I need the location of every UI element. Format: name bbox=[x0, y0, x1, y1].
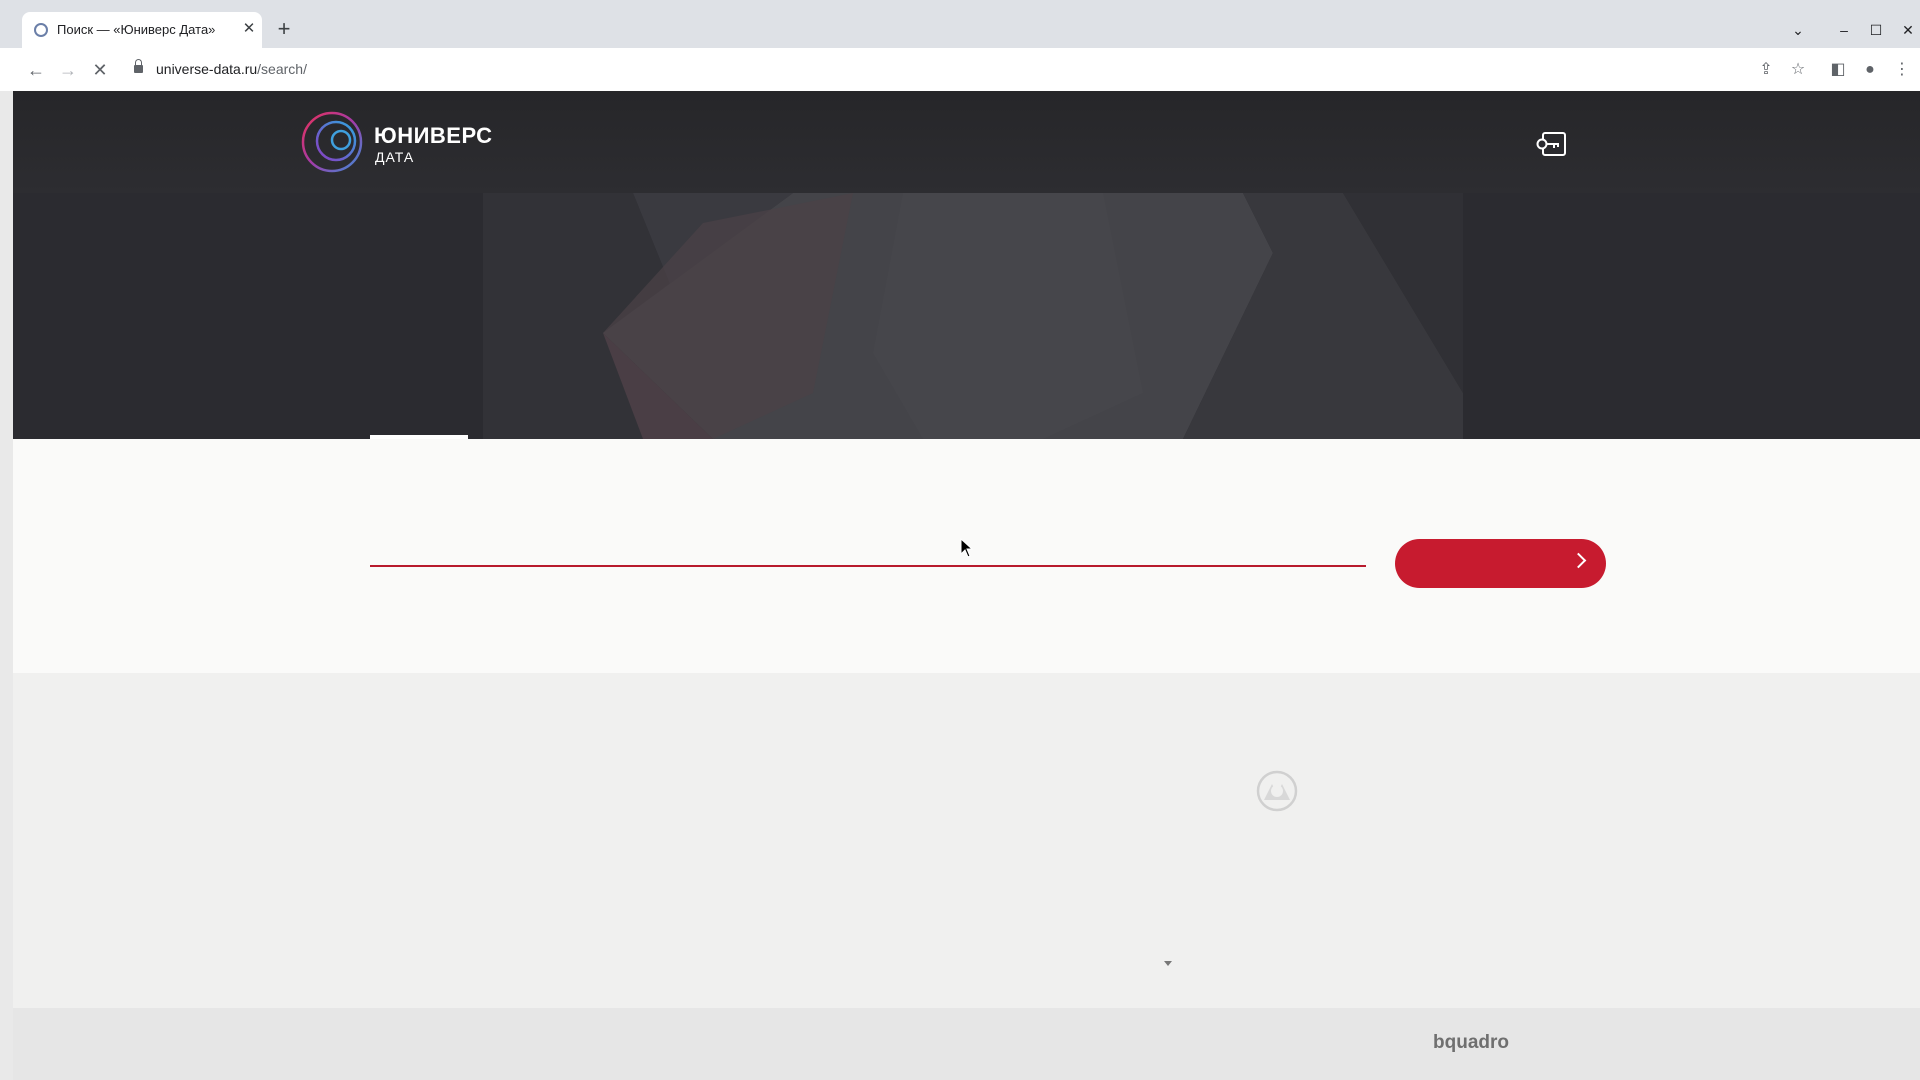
url-text[interactable]: universe-data.ru/search/ bbox=[156, 61, 307, 77]
maximize-icon[interactable]: ☐ bbox=[1864, 18, 1888, 42]
loading-spinner-icon bbox=[1256, 770, 1298, 812]
tab-title: Поиск — «Юниверс Дата» bbox=[57, 22, 216, 37]
menu-icon[interactable]: ⋮ bbox=[1890, 58, 1914, 82]
browser-toolbar: ← → ✕ universe-data.ru/search/ ⇪ ☆ ◧ ● ⋮ bbox=[0, 48, 1920, 91]
minimize-icon[interactable]: – bbox=[1832, 18, 1856, 42]
side-panel-icon[interactable]: ◧ bbox=[1826, 58, 1850, 82]
url-domain: universe-data.ru bbox=[156, 61, 258, 77]
share-icon[interactable]: ⇪ bbox=[1754, 58, 1778, 82]
close-tab-icon[interactable]: ✕ bbox=[240, 20, 258, 38]
profile-icon[interactable]: ● bbox=[1858, 58, 1882, 82]
footer-developer-link[interactable]: bquadro bbox=[1433, 1032, 1509, 1054]
url-path: /search/ bbox=[257, 61, 307, 77]
chevron-right-icon bbox=[1570, 552, 1587, 569]
page-left-edge bbox=[0, 91, 13, 1080]
tab-strip: Поиск — «Юниверс Дата» ✕ + ⌄ – ☐ ✕ bbox=[0, 10, 1920, 48]
site-header: ЮНИВЕРС ДАТА bbox=[13, 91, 1920, 439]
forward-icon[interactable]: → bbox=[56, 58, 80, 82]
new-tab-icon[interactable]: + bbox=[272, 18, 296, 42]
browser-tab[interactable]: Поиск — «Юниверс Дата» ✕ bbox=[22, 12, 262, 48]
address-bar[interactable]: universe-data.ru/search/ bbox=[124, 54, 1764, 86]
hero-background-art bbox=[483, 193, 1463, 439]
favicon-icon bbox=[34, 23, 48, 37]
search-button[interactable] bbox=[1395, 539, 1606, 588]
search-input[interactable] bbox=[370, 529, 1366, 567]
logo-title: ЮНИВЕРС bbox=[374, 123, 493, 148]
stop-loading-icon[interactable]: ✕ bbox=[88, 58, 112, 82]
logo-subtitle: ДАТА bbox=[375, 149, 415, 165]
scroll-down-arrow-icon[interactable] bbox=[1164, 961, 1172, 966]
back-icon[interactable]: ← bbox=[24, 58, 48, 82]
results-area bbox=[13, 673, 1920, 1008]
site-footer: bquadro bbox=[13, 1008, 1920, 1080]
logo-rings-icon bbox=[301, 111, 363, 173]
page-viewport: ЮНИВЕРС ДАТА bquadro bbox=[13, 91, 1920, 1080]
site-logo[interactable]: ЮНИВЕРС ДАТА bbox=[300, 110, 500, 174]
tab-title-fade bbox=[212, 18, 242, 42]
star-icon[interactable]: ☆ bbox=[1786, 58, 1810, 82]
login-key-icon[interactable] bbox=[1535, 131, 1567, 157]
lock-icon[interactable] bbox=[134, 59, 143, 75]
tab-search-chevron-down-icon[interactable]: ⌄ bbox=[1786, 18, 1810, 42]
browser-chrome: Поиск — «Юниверс Дата» ✕ + ⌄ – ☐ ✕ ← → ✕… bbox=[0, 0, 1920, 91]
mouse-cursor-icon bbox=[960, 538, 974, 558]
close-window-icon[interactable]: ✕ bbox=[1896, 18, 1920, 42]
